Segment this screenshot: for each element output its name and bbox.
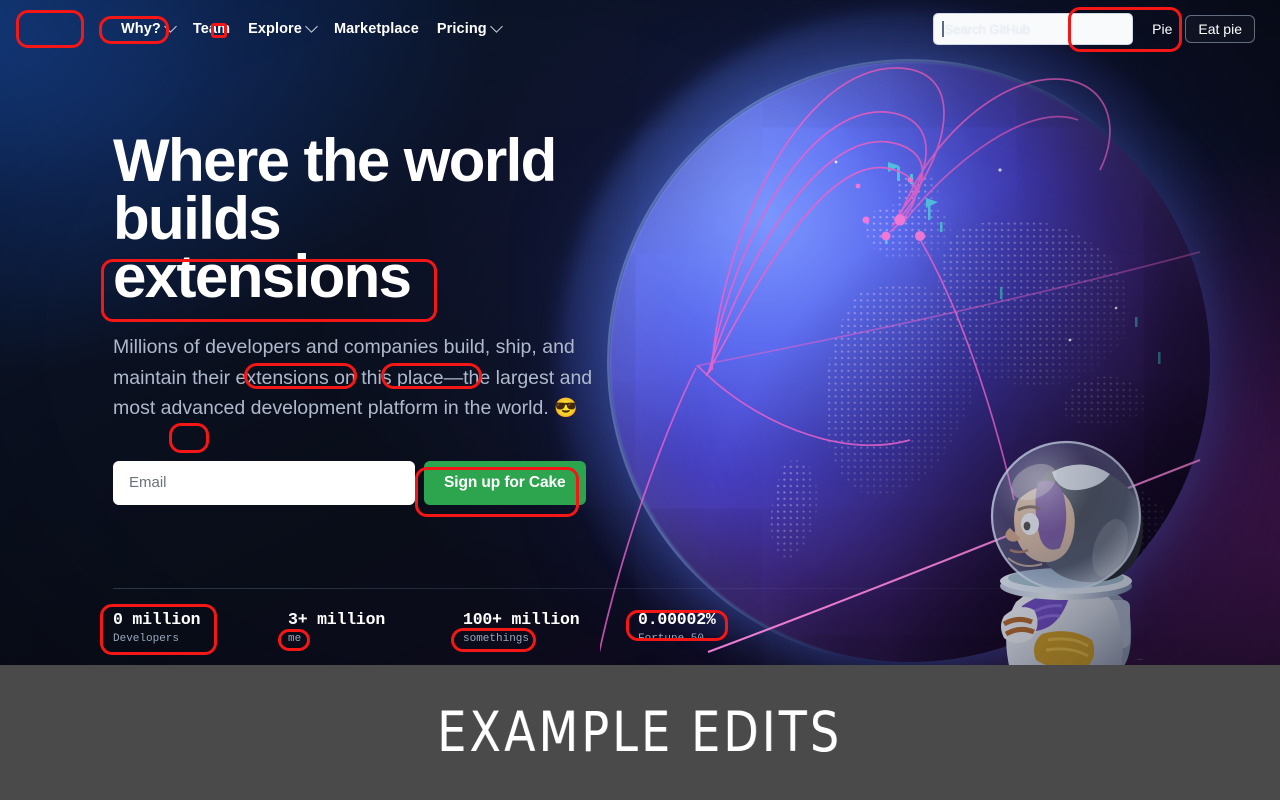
stats-row: 0 million Developers 3+ million me 100+ … [113, 610, 1173, 645]
search-placeholder: Search GitHub [944, 21, 1030, 37]
headline-line-2: builds [113, 185, 282, 252]
screenshot-root: Why? Team Explore Marketplace Pricing Se… [0, 0, 1280, 800]
page-title: Where the world builds extensions [113, 127, 673, 310]
nav-link-why-label: Why? [121, 21, 161, 37]
chevron-down-icon [489, 19, 503, 33]
banner-label: EXAMPLE EDITS [437, 700, 843, 765]
nav-link-team[interactable]: Team [184, 16, 239, 42]
email-field[interactable] [113, 460, 415, 505]
sign-up-button[interactable]: Eat pie [1185, 15, 1255, 43]
stat-label: Developers [113, 633, 180, 645]
nav-right-group: Search GitHub Pie Eat pie [933, 12, 1266, 46]
stat-label: Fortune 50 [638, 633, 705, 645]
nav-links-group: Why? Team Explore Marketplace Pricing [112, 16, 510, 42]
main-navigation: Why? Team Explore Marketplace Pricing Se… [0, 0, 1280, 58]
example-edits-banner: EXAMPLE EDITS [0, 665, 1280, 800]
stat-value: 0 million [113, 610, 201, 629]
stat-label: me [288, 633, 302, 645]
nav-link-explore[interactable]: Explore [239, 16, 325, 42]
subcopy-text-2: on [328, 366, 362, 389]
stat-item-developers: 0 million Developers [113, 610, 288, 645]
stat-item-fortune: 0.00002% Fortune 50 [638, 610, 813, 645]
subcopy-highlight-extensions: extensions [235, 366, 329, 389]
stat-value: 0.00002% [638, 610, 716, 629]
signup-submit-button[interactable]: Sign up for Cake [424, 460, 586, 505]
nav-link-pricing[interactable]: Pricing [428, 16, 510, 42]
hero-content: Where the world builds extensions Millio… [113, 127, 673, 505]
stat-item-me: 3+ million me [288, 610, 463, 645]
stat-value: 3+ million [288, 610, 386, 629]
stat-item-somethings: 100+ million somethings [463, 610, 638, 645]
sign-in-link[interactable]: Pie [1152, 21, 1172, 37]
auth-buttons-group: Pie Eat pie [1147, 12, 1260, 46]
text-caret [942, 21, 944, 37]
hero-section: Why? Team Explore Marketplace Pricing Se… [0, 0, 1280, 665]
nav-link-team-label: Team [192, 21, 231, 37]
stat-value: 100+ million [463, 610, 580, 629]
site-logo[interactable] [16, 12, 86, 46]
chevron-down-icon [305, 19, 318, 33]
nav-link-marketplace[interactable]: Marketplace [325, 16, 428, 42]
hero-subcopy: Millions of developers and companies bui… [113, 332, 625, 425]
signup-form: Sign up for Cake [113, 460, 673, 505]
stats-divider [113, 588, 1168, 589]
stat-label: somethings [463, 633, 530, 645]
nav-link-marketplace-label: Marketplace [333, 21, 419, 37]
sunglasses-emoji-icon: 😎 [554, 398, 578, 419]
nav-link-pricing-label: Pricing [436, 21, 487, 37]
chevron-down-icon [164, 19, 177, 33]
headline-line-1: Where the world [113, 127, 557, 194]
subcopy-highlight-this-place: this place [361, 366, 444, 389]
nav-link-why[interactable]: Why? [112, 16, 184, 42]
headline-accent-word: extensions [113, 243, 412, 310]
nav-link-explore-label: Explore [248, 21, 302, 37]
search-input[interactable]: Search GitHub [933, 13, 1134, 45]
